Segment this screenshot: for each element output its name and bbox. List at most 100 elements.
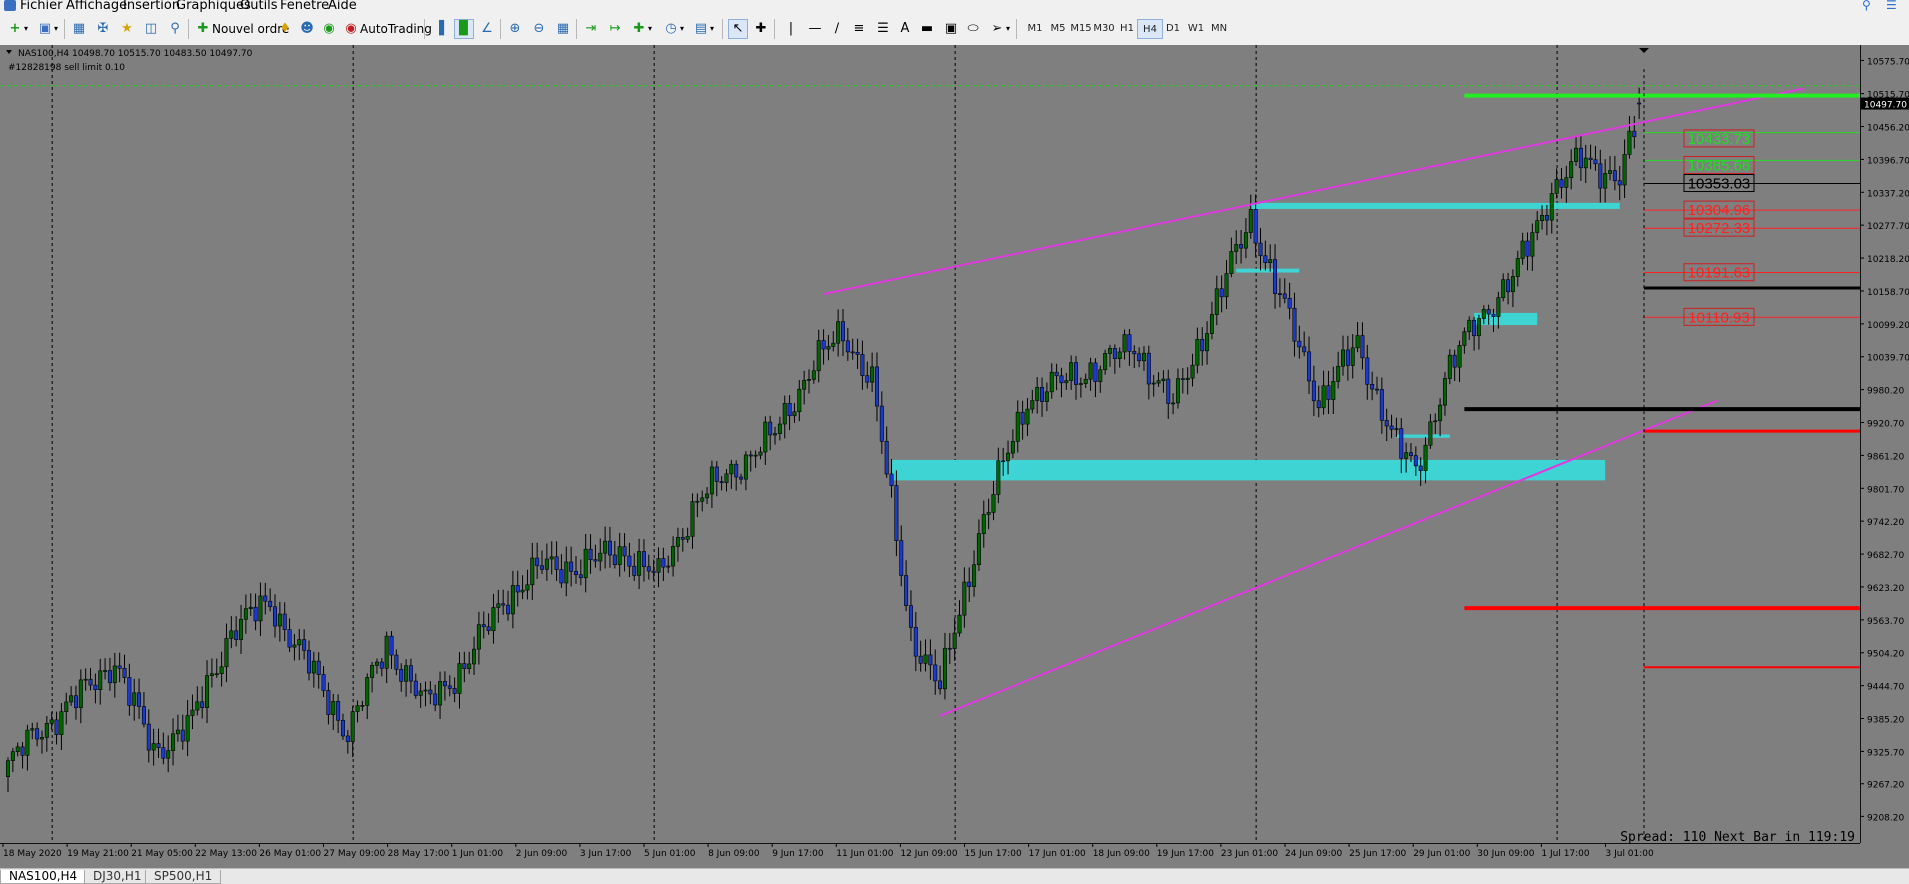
arrows-button[interactable]: ➢ ▾: [988, 19, 1010, 39]
bull-candle: [549, 556, 554, 560]
trendline-button[interactable]: ∕: [828, 19, 846, 39]
bull-candle: [39, 737, 44, 740]
text-icon: A: [900, 21, 910, 36]
antenna-icon: ◉: [323, 21, 335, 36]
candlestick-button[interactable]: ▉: [454, 19, 474, 39]
bar-chart-button[interactable]: ▐: [430, 19, 448, 39]
bear-candle: [306, 650, 311, 674]
strategy-tester-button[interactable]: ⚲: [166, 19, 184, 39]
menu-aide[interactable]: Aide: [328, 0, 357, 12]
metaeditor-button[interactable]: ♦: [276, 19, 294, 39]
chart-window[interactable]: 10433.73 10385.66 10353.03 10304.96 10272.33…: [0, 45, 1909, 868]
price-chart[interactable]: 10433.73 10385.66 10353.03 10304.9610272.33…: [0, 45, 1909, 868]
tab-nas100-h4[interactable]: NAS100,H4: [0, 870, 87, 884]
bear-candle: [345, 735, 350, 742]
signals-button[interactable]: ☻: [298, 19, 316, 39]
bear-candle: [316, 660, 321, 675]
rectangle-button[interactable]: ▬: [918, 19, 936, 39]
menu-affichage[interactable]: Affichage: [66, 0, 127, 12]
templates-button[interactable]: ▤ ▾: [692, 19, 714, 39]
bull-candle: [1030, 400, 1035, 410]
menu-fenetre[interactable]: Fenetre: [280, 0, 329, 12]
bear-candle: [1137, 353, 1142, 362]
chat-icon[interactable]: ☰: [1886, 0, 1897, 11]
bull-candle: [370, 665, 375, 678]
bull-candle: [1404, 452, 1409, 459]
bear-candle: [913, 627, 918, 657]
bull-candle: [248, 606, 253, 609]
bear-candle: [933, 664, 938, 682]
bear-candle: [1418, 465, 1423, 471]
bear-candle: [840, 321, 845, 342]
crosshair-button[interactable]: ✚: [752, 19, 770, 39]
menu-outils[interactable]: Outils: [240, 0, 278, 12]
bear-candle: [462, 663, 467, 669]
price-tick-label: 10218.20: [1867, 255, 1909, 265]
bull-candle: [1442, 378, 1447, 406]
time-tick-label: 11 Jun 01:00: [836, 849, 893, 859]
periods-button[interactable]: ◷ ▾: [662, 19, 684, 39]
text-button[interactable]: A: [896, 19, 914, 39]
bear-candle: [35, 728, 40, 740]
horizontal-line-button[interactable]: —: [806, 19, 824, 39]
menu-insertion[interactable]: Insertion: [123, 0, 180, 12]
tile-icon: ▦: [556, 21, 570, 36]
bear-candle: [433, 693, 438, 706]
bull-candle: [1175, 378, 1180, 404]
data-window-button[interactable]: ✠: [94, 19, 112, 39]
bull-candle: [1069, 362, 1074, 381]
search-icon[interactable]: ⚲: [1862, 0, 1871, 11]
tab-sp500-h1[interactable]: SP500,H1: [145, 870, 222, 884]
bull-candle: [30, 728, 35, 731]
bull-candle: [763, 421, 768, 453]
time-tick-label: 5 Jun 01:00: [644, 849, 696, 859]
bear-candle: [938, 680, 943, 690]
tab-dj30-h1[interactable]: DJ30,H1: [84, 870, 151, 884]
navigator-button[interactable]: ★: [118, 19, 136, 39]
price-tick-label: 9920.70: [1867, 420, 1904, 430]
zoom-in-button[interactable]: ⊕: [506, 19, 524, 39]
bull-candle: [1035, 386, 1040, 401]
fibonacci-button[interactable]: ☰: [874, 19, 892, 39]
time-tick-label: 18 Jun 09:00: [1093, 849, 1150, 859]
bull-candle: [1535, 220, 1540, 233]
zoom-out-button[interactable]: ⊖: [530, 19, 548, 39]
bear-candle: [326, 690, 331, 715]
bull-candle: [802, 380, 807, 390]
ellipse-button[interactable]: ⬭: [964, 19, 982, 39]
price-tick-label: 10158.70: [1867, 288, 1909, 298]
bull-candle: [942, 647, 947, 690]
bull-candle: [1171, 402, 1176, 405]
bull-candle: [1010, 441, 1015, 454]
new-order-button[interactable]: ✚ Nouvel ordre: [194, 19, 290, 39]
chart-shift-button[interactable]: ⇥: [582, 19, 600, 39]
line-chart-button[interactable]: ∠: [478, 19, 496, 39]
bear-candle: [540, 565, 545, 570]
menu-fichier[interactable]: Fichier: [20, 0, 63, 12]
bear-candle: [1588, 157, 1593, 161]
tile-windows-button[interactable]: ▦: [554, 19, 572, 39]
channel-button[interactable]: ≡: [850, 19, 868, 39]
timeframe-mn[interactable]: MN: [1206, 19, 1232, 39]
bear-candle: [1506, 279, 1511, 293]
autoscroll-button[interactable]: ↦: [606, 19, 624, 39]
time-tick-label: 1 Jul 17:00: [1541, 849, 1590, 859]
market-watch-button[interactable]: ▦: [70, 19, 88, 39]
spread-status-text: Spread: 110 Next Bar in 119:19: [1620, 830, 1855, 845]
time-tick-label: 19 May 21:00: [67, 849, 129, 859]
text-label-button[interactable]: ▣: [942, 19, 960, 39]
bull-candle: [1229, 251, 1234, 274]
bull-candle: [690, 501, 695, 537]
autotrading-button[interactable]: ◉ AutoTrading: [342, 19, 432, 39]
new-chart-button[interactable]: + ▾: [6, 19, 28, 39]
time-tick-label: 3 Jun 17:00: [580, 849, 632, 859]
cursor-icon: ↖: [732, 21, 744, 36]
vps-button[interactable]: ◉: [320, 19, 338, 39]
bear-candle: [904, 575, 909, 606]
vertical-line-button[interactable]: |: [782, 19, 800, 39]
indicators-button[interactable]: ✚ ▾: [630, 19, 652, 39]
profiles-button[interactable]: ▣ ▾: [36, 19, 58, 39]
cursor-button[interactable]: ↖: [728, 19, 748, 39]
terminal-button[interactable]: ◫: [142, 19, 160, 39]
bear-candle: [287, 629, 292, 648]
